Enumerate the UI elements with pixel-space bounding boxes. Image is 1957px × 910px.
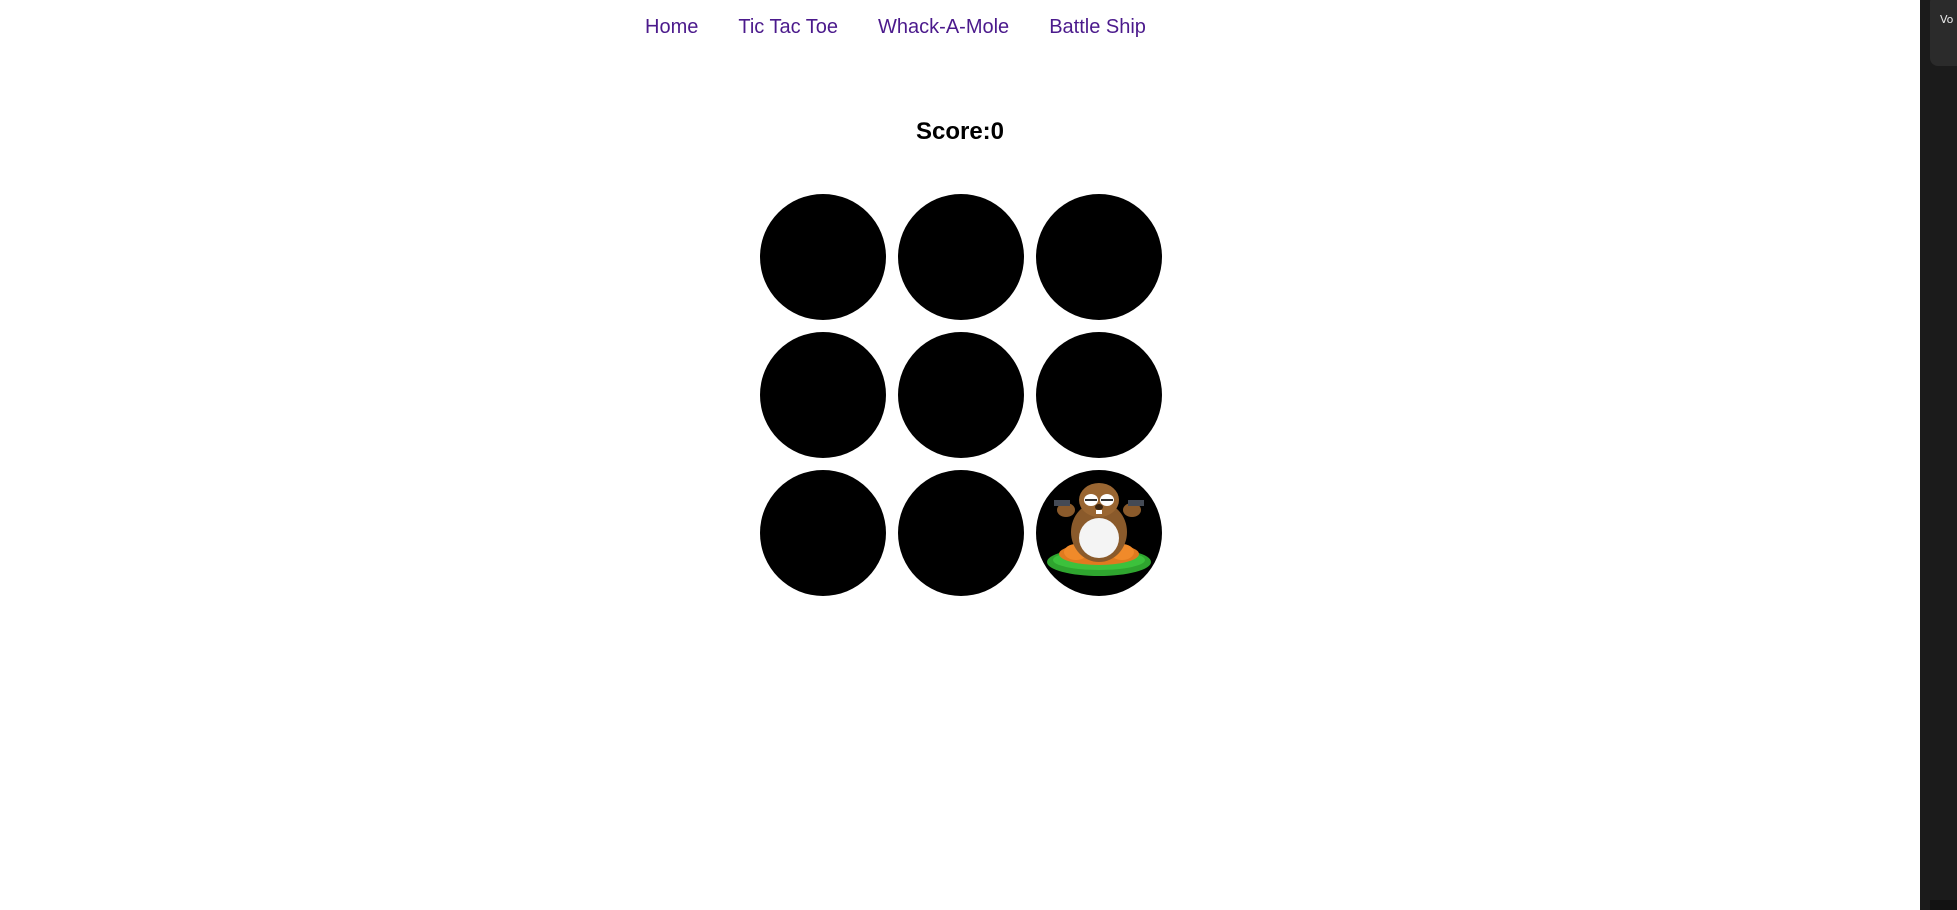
hole-4[interactable]	[760, 332, 886, 458]
mole-board	[760, 194, 1162, 596]
hole-3[interactable]	[1036, 194, 1162, 320]
hole-2[interactable]	[898, 194, 1024, 320]
hole-5[interactable]	[898, 332, 1024, 458]
side-notification-card[interactable]	[1930, 0, 1957, 66]
page-viewport: Home Tic Tac Toe Whack-A-Mole Battle Shi…	[0, 0, 1920, 910]
hole-7[interactable]	[760, 470, 886, 596]
nav-link-battle-ship[interactable]: Battle Ship	[1049, 14, 1146, 40]
nav-link-home[interactable]: Home	[645, 14, 698, 40]
score-display: Score:0	[0, 118, 1920, 146]
score-label: Score:	[915, 118, 991, 145]
nav-link-tic-tac-toe[interactable]: Tic Tac Toe	[738, 14, 838, 40]
nav-links: Home Tic Tac Toe Whack-A-Mole Battle Shi…	[645, 14, 1146, 40]
nav-link-whack-a-mole[interactable]: Whack-A-Mole	[878, 14, 1009, 40]
mole-icon[interactable]	[1036, 470, 1162, 596]
hole-6[interactable]	[1036, 332, 1162, 458]
score-value: 0	[990, 118, 1005, 145]
side-panel-text: Vo	[1940, 13, 1954, 26]
hole-9[interactable]	[1036, 470, 1162, 596]
side-panel-bottom	[1930, 900, 1957, 910]
hole-8[interactable]	[898, 470, 1024, 596]
hole-1[interactable]	[760, 194, 886, 320]
right-side-panel: Vo	[1920, 0, 1957, 910]
